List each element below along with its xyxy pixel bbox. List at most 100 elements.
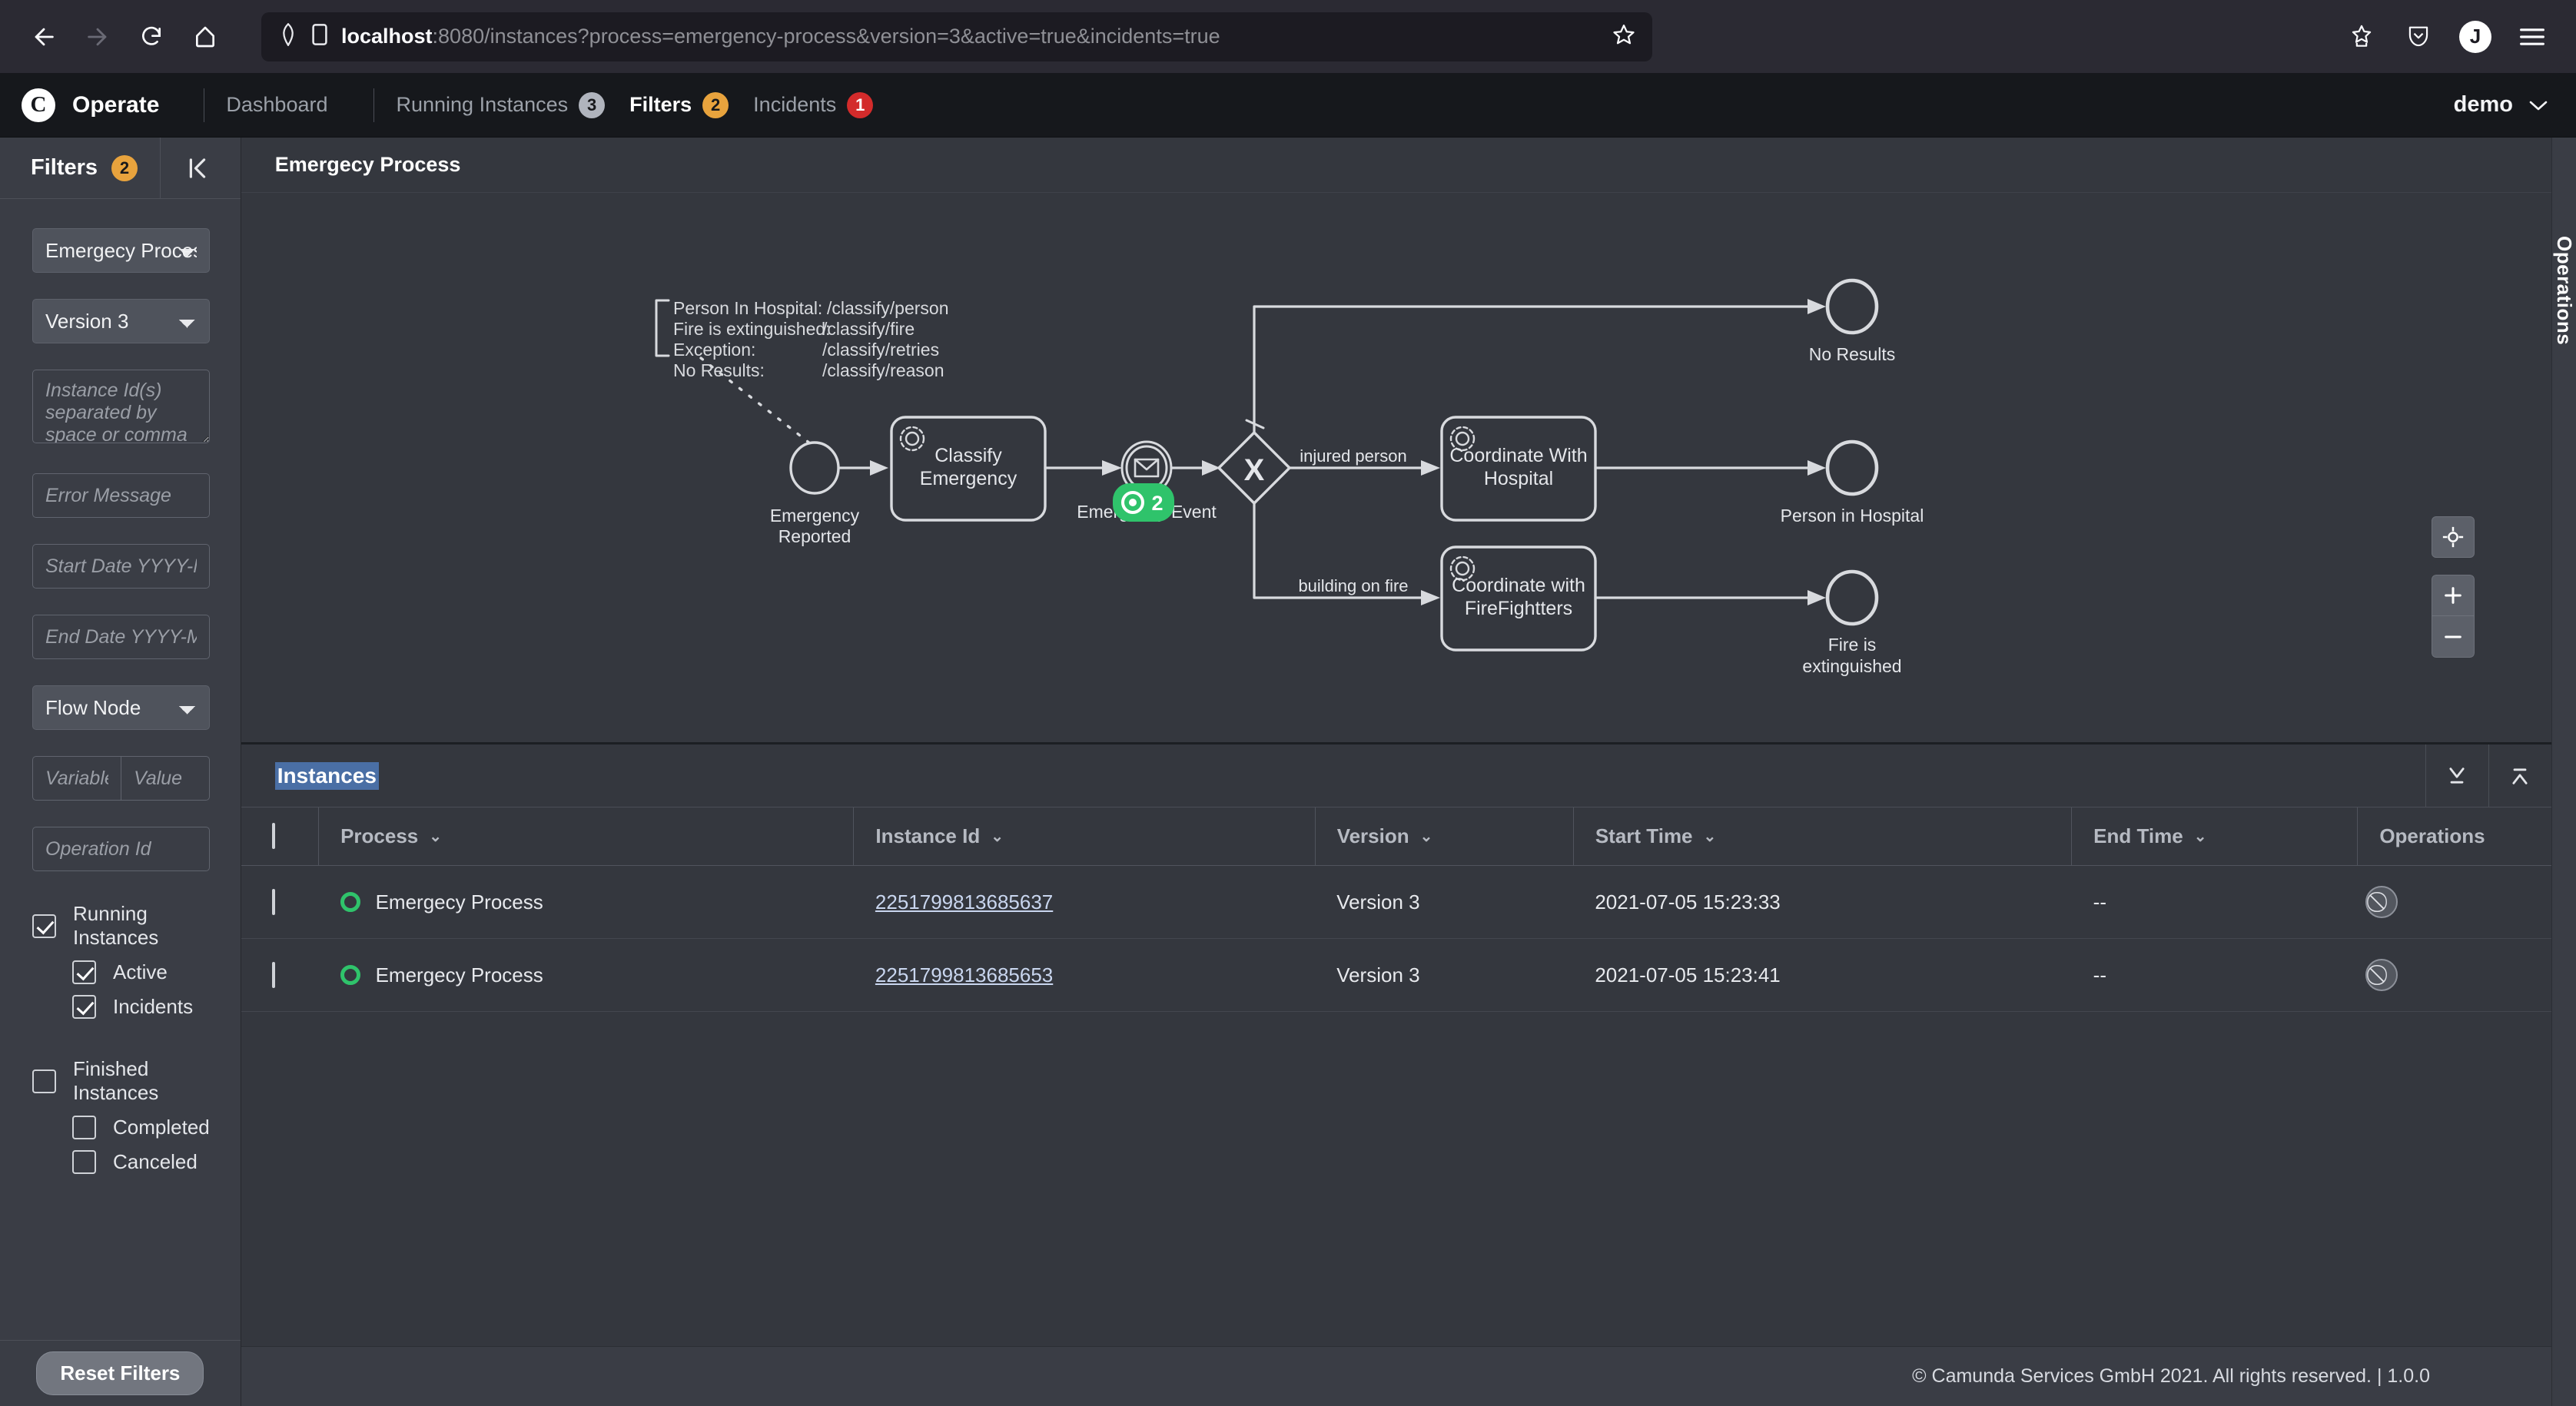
table-empty-space: [241, 1012, 2551, 1346]
instances-table-body: Emergecy Process 2251799813685637 Versio…: [241, 865, 2551, 1012]
cancel-operation-icon[interactable]: ⃠: [2365, 959, 2398, 991]
checkbox-incidents-box[interactable]: [72, 995, 96, 1019]
nav-running-instances-label: Running Instances: [396, 93, 569, 116]
row-select-checkbox[interactable]: [271, 888, 275, 915]
flow-node-select-field: Flow Node: [32, 685, 210, 730]
row-version: Version 3: [1336, 963, 1420, 987]
checkbox-running-instances-box[interactable]: [32, 914, 56, 938]
row-end-time: --: [2093, 963, 2106, 987]
main-content: Emergecy Process X Person In Hospital: /…: [241, 138, 2551, 1406]
header-version[interactable]: Version ⌄: [1315, 807, 1574, 866]
header-end-time[interactable]: End Time ⌄: [2071, 807, 2359, 866]
nav-running-instances[interactable]: Running Instances 3: [396, 91, 606, 118]
checkbox-finished-instances-label: Finished Instances: [73, 1057, 159, 1104]
nav-filters-label: Filters: [629, 93, 692, 116]
label-task-classify-line2: Emergency: [920, 468, 1017, 489]
annotation-val-1: /classify/fire: [822, 319, 915, 339]
variable-input[interactable]: [32, 756, 121, 801]
process-select[interactable]: Emergecy Process: [32, 228, 210, 273]
row-select-checkbox[interactable]: [271, 961, 275, 988]
back-button[interactable]: [20, 13, 68, 61]
user-menu-button[interactable]: demo: [2454, 92, 2548, 118]
reset-filters-button[interactable]: Reset Filters: [36, 1351, 204, 1395]
start-date-input[interactable]: [32, 544, 210, 589]
label-end-person-hospital: Person in Hospital: [1780, 506, 1924, 526]
zoom-in-button[interactable]: [2431, 575, 2475, 616]
checkbox-completed-box[interactable]: [72, 1116, 96, 1139]
header-end-time-label: End Time: [2093, 824, 2183, 847]
instances-table-head: Process ⌄ Instance Id ⌄ Version ⌄ Start Tim…: [241, 807, 2551, 866]
collapse-panel-icon[interactable]: [159, 137, 208, 199]
reload-button[interactable]: [128, 13, 175, 61]
label-task-firefighters-line2: FireFightters: [1465, 598, 1572, 619]
label-task-hospital-line1: Coordinate With: [1449, 445, 1587, 466]
status-badge-active: [340, 965, 360, 985]
nav-filters[interactable]: Filters 2: [629, 91, 729, 118]
forward-button[interactable]: [74, 13, 121, 61]
checkbox-incidents[interactable]: Incidents: [72, 995, 210, 1019]
message-event-instance-badge: 2: [1112, 483, 1174, 522]
camunda-logo-icon[interactable]: C: [22, 88, 55, 122]
crosshair-reset-zoom-icon[interactable]: [2431, 516, 2475, 558]
hamburger-menu-icon[interactable]: [2508, 13, 2556, 61]
version-select[interactable]: Version 3: [32, 299, 210, 343]
row-process-name: Emergecy Process: [375, 963, 543, 987]
flow-node-select[interactable]: Flow Node: [32, 685, 210, 730]
table-row[interactable]: Emergecy Process 2251799813685637 Versio…: [241, 865, 2551, 939]
checkbox-finished-instances[interactable]: Finished Instances: [32, 1057, 210, 1105]
nav-incidents-label: Incidents: [753, 93, 837, 116]
operations-rail[interactable]: Operations: [2551, 138, 2576, 1406]
row-version-cell: Version 3: [1315, 938, 1574, 1012]
value-input[interactable]: [121, 756, 210, 801]
message-event-badge-count: 2: [1151, 492, 1163, 515]
pocket-icon[interactable]: [2395, 13, 2442, 61]
variable-value-fields: [32, 756, 210, 801]
app-footer: © Camunda Services GmbH 2021. All rights…: [241, 1346, 2551, 1406]
header-process[interactable]: Process ⌄: [318, 807, 855, 866]
row-version-cell: Version 3: [1315, 865, 1574, 939]
checkbox-completed-label: Completed: [113, 1116, 210, 1139]
checkbox-completed[interactable]: Completed: [72, 1116, 210, 1139]
nav-dashboard[interactable]: Dashboard: [226, 93, 327, 117]
row-operations-cell: ⃠: [2357, 938, 2551, 1012]
address-bar[interactable]: localhost:8080/instances?process=emergen…: [261, 12, 1652, 61]
row-process-cell: Emergecy Process: [318, 865, 854, 939]
version-select-field: Version 3: [32, 299, 210, 343]
checkbox-finished-instances-box[interactable]: [32, 1069, 56, 1093]
label-task-classify-line1: Classify: [934, 445, 1002, 466]
zoom-out-button[interactable]: [2431, 616, 2475, 658]
filters-sidebar: Filters 2 Emergecy Process Version 3 Ins…: [0, 137, 241, 1406]
nav-incidents[interactable]: Incidents 1: [753, 91, 874, 118]
checkbox-active-box[interactable]: [72, 960, 96, 984]
header-instance-id-label: Instance Id: [875, 824, 981, 847]
row-start-time: 2021-07-05 15:23:41: [1595, 963, 1781, 987]
instance-id-link[interactable]: 2251799813685653: [875, 963, 1053, 987]
instance-id-link[interactable]: 2251799813685637: [875, 890, 1053, 914]
end-date-input[interactable]: [32, 615, 210, 659]
save-bookmark-icon[interactable]: [2338, 13, 2385, 61]
header-start-time[interactable]: Start Time ⌄: [1573, 807, 2073, 866]
checkbox-canceled-box[interactable]: [72, 1150, 96, 1174]
error-message-field: [32, 473, 210, 518]
instance-ids-input[interactable]: [32, 370, 210, 443]
select-all-checkbox[interactable]: [271, 823, 275, 849]
user-name: demo: [2453, 92, 2513, 117]
bpmn-canvas[interactable]: X Person In Hospital: /classify/person F…: [241, 193, 2551, 742]
shield-icon: [278, 22, 298, 50]
home-button[interactable]: [181, 13, 229, 61]
checkbox-canceled-label: Canceled: [113, 1150, 198, 1173]
checkbox-canceled[interactable]: Canceled: [72, 1150, 210, 1174]
account-avatar[interactable]: J: [2452, 13, 2499, 61]
header-instance-id[interactable]: Instance Id ⌄: [853, 807, 1316, 866]
table-row[interactable]: Emergecy Process 2251799813685653 Versio…: [241, 938, 2551, 1012]
operation-id-input[interactable]: [32, 827, 210, 871]
label-task-hospital-line2: Hospital: [1484, 468, 1553, 489]
error-message-input[interactable]: [32, 473, 210, 518]
collapse-up-icon[interactable]: [2488, 744, 2551, 807]
bookmark-star-icon[interactable]: [1612, 23, 1635, 50]
checkbox-active[interactable]: Active: [72, 960, 210, 984]
cancel-operation-icon[interactable]: ⃠: [2365, 886, 2398, 918]
checkbox-running-instances[interactable]: Running Instances: [32, 902, 210, 950]
instance-ids-field: [32, 370, 210, 447]
expand-down-icon[interactable]: [2425, 744, 2488, 807]
